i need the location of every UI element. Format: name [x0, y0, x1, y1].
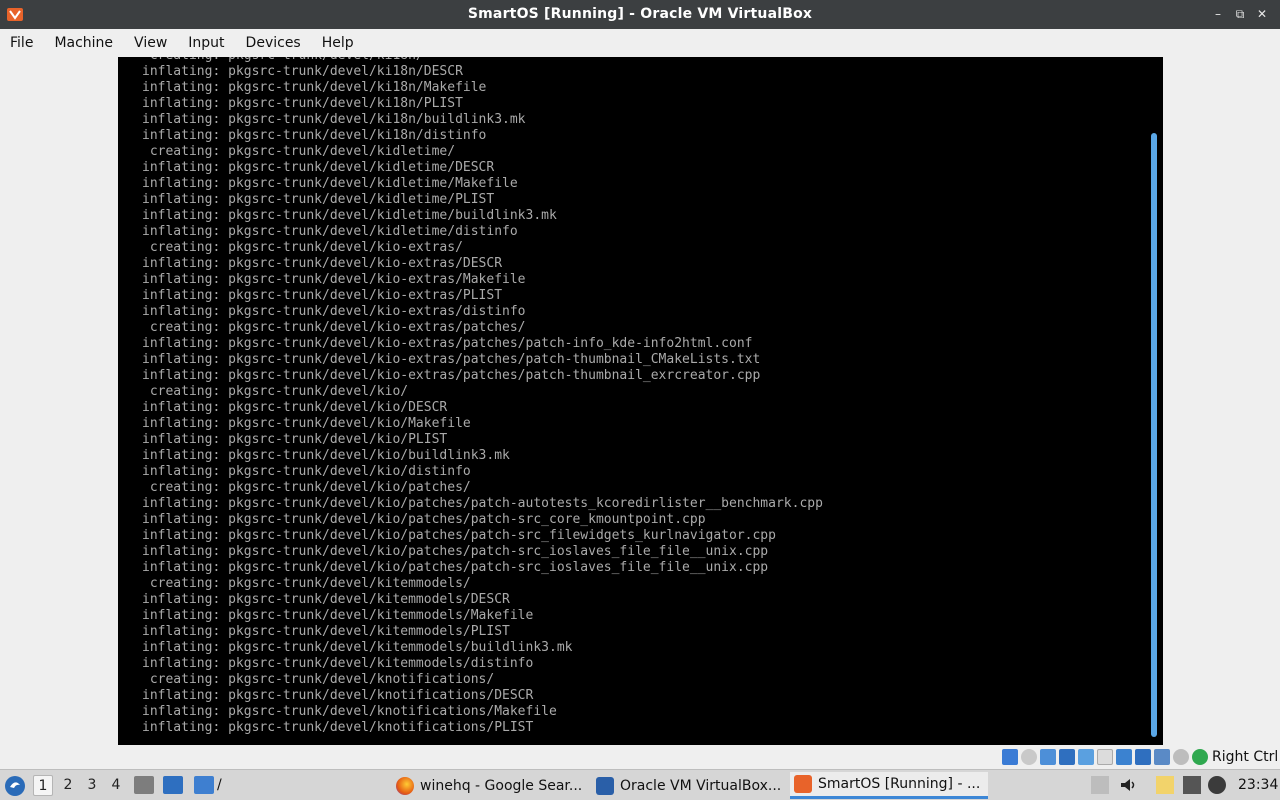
- console-line: inflating: pkgsrc-trunk/devel/kio-extras…: [142, 352, 761, 367]
- file-manager-launcher-icon[interactable]: [134, 776, 154, 794]
- terminal-output: creating: pkgsrc-trunk/devel/ki18n/infla…: [142, 57, 823, 736]
- console-line: inflating: pkgsrc-trunk/devel/kio/distin…: [142, 464, 471, 479]
- workspace-4[interactable]: 4: [106, 775, 126, 796]
- console-line: inflating: pkgsrc-trunk/devel/ki18n/Make…: [142, 80, 487, 95]
- console-line: inflating: pkgsrc-trunk/devel/kidletime/…: [142, 160, 495, 175]
- console-line: creating: pkgsrc-trunk/devel/kio/: [142, 384, 409, 399]
- minimize-icon[interactable]: –: [1210, 6, 1226, 22]
- console-line: creating: pkgsrc-trunk/devel/knotificati…: [142, 672, 495, 687]
- close-icon[interactable]: ✕: [1254, 6, 1270, 22]
- firefox-icon: [396, 776, 414, 795]
- console-line: inflating: pkgsrc-trunk/devel/kio/patche…: [142, 544, 769, 559]
- console-line: inflating: pkgsrc-trunk/devel/kidletime/…: [142, 224, 518, 239]
- menu-devices[interactable]: Devices: [240, 29, 307, 57]
- console-line: creating: pkgsrc-trunk/devel/kitemmodels…: [142, 576, 471, 591]
- vm-statusbar: Right Ctrl: [0, 745, 1280, 769]
- display-icon[interactable]: [1116, 749, 1132, 765]
- launcher-path[interactable]: /: [217, 777, 222, 793]
- vm-scrollbar[interactable]: [1151, 133, 1157, 737]
- shared-folders-icon[interactable]: [1097, 749, 1113, 765]
- window-titlebar: SmartOS [Running] - Oracle VM VirtualBox…: [0, 0, 1280, 29]
- folder-launcher-icon[interactable]: [194, 776, 214, 794]
- task-smartos-vm[interactable]: SmartOS [Running] - ...: [790, 772, 988, 799]
- window-title: SmartOS [Running] - Oracle VM VirtualBox: [467, 6, 813, 22]
- vm-display[interactable]: creating: pkgsrc-trunk/devel/ki18n/infla…: [118, 57, 1163, 745]
- console-line: inflating: pkgsrc-trunk/devel/kio-extras…: [142, 336, 753, 351]
- optical-drive-icon[interactable]: [1021, 749, 1037, 765]
- console-line: inflating: pkgsrc-trunk/devel/kitemmodel…: [142, 624, 510, 639]
- console-line: inflating: pkgsrc-trunk/devel/kidletime/…: [142, 208, 557, 223]
- menu-help[interactable]: Help: [316, 29, 360, 57]
- console-line: inflating: pkgsrc-trunk/devel/kio/patche…: [142, 512, 706, 527]
- console-line: inflating: pkgsrc-trunk/devel/kio-extras…: [142, 272, 526, 287]
- network-icon[interactable]: [1059, 749, 1075, 765]
- console-line: inflating: pkgsrc-trunk/devel/kio-extras…: [142, 256, 503, 271]
- usb-icon[interactable]: [1078, 749, 1094, 765]
- console-line: inflating: pkgsrc-trunk/devel/kitemmodel…: [142, 592, 510, 607]
- console-line: inflating: pkgsrc-trunk/devel/kio/patche…: [142, 528, 776, 543]
- clipboard-tray-icon[interactable]: [1091, 776, 1109, 794]
- keyboard-capture-icon[interactable]: [1192, 749, 1208, 765]
- console-line: creating: pkgsrc-trunk/devel/kidletime/: [142, 144, 456, 159]
- console-line: inflating: pkgsrc-trunk/devel/ki18n/dist…: [142, 128, 487, 143]
- console-line: creating: pkgsrc-trunk/devel/ki18n/: [142, 57, 823, 64]
- console-line: inflating: pkgsrc-trunk/devel/kio-extras…: [142, 368, 761, 383]
- audio-icon[interactable]: [1040, 749, 1056, 765]
- console-line: inflating: pkgsrc-trunk/devel/knotificat…: [142, 688, 534, 703]
- menu-input[interactable]: Input: [182, 29, 230, 57]
- console-line: inflating: pkgsrc-trunk/devel/ki18n/DESC…: [142, 64, 463, 79]
- console-line: inflating: pkgsrc-trunk/devel/kio/Makefi…: [142, 416, 471, 431]
- console-line: inflating: pkgsrc-trunk/devel/kitemmodel…: [142, 640, 573, 655]
- workspace-2[interactable]: 2: [58, 775, 78, 796]
- menu-view[interactable]: View: [128, 29, 173, 57]
- recording-icon[interactable]: [1135, 749, 1151, 765]
- console-line: creating: pkgsrc-trunk/devel/kio-extras/…: [142, 320, 526, 335]
- console-line: inflating: pkgsrc-trunk/devel/kitemmodel…: [142, 608, 534, 623]
- console-line: creating: pkgsrc-trunk/devel/kio-extras/: [142, 240, 463, 255]
- start-menu-icon[interactable]: [4, 775, 26, 797]
- clock: 23:34: [1238, 777, 1279, 793]
- console-line: inflating: pkgsrc-trunk/devel/kio/PLIST: [142, 432, 448, 447]
- console-line: inflating: pkgsrc-trunk/devel/ki18n/buil…: [142, 112, 526, 127]
- console-line: inflating: pkgsrc-trunk/devel/knotificat…: [142, 720, 534, 735]
- console-line: creating: pkgsrc-trunk/devel/kio/patches…: [142, 480, 471, 495]
- console-line: inflating: pkgsrc-trunk/devel/ki18n/PLIS…: [142, 96, 463, 111]
- console-line: inflating: pkgsrc-trunk/devel/kio/patche…: [142, 496, 823, 511]
- workspace-3[interactable]: 3: [82, 775, 102, 796]
- volume-icon[interactable]: [1119, 776, 1137, 794]
- console-line: inflating: pkgsrc-trunk/devel/kio/buildl…: [142, 448, 510, 463]
- console-line: inflating: pkgsrc-trunk/devel/kio/patche…: [142, 560, 769, 575]
- console-line: inflating: pkgsrc-trunk/devel/kitemmodel…: [142, 656, 534, 671]
- restore-icon[interactable]: ⧉: [1232, 6, 1248, 22]
- task-firefox[interactable]: winehq - Google Sear...: [392, 772, 587, 799]
- mouse-integration-icon[interactable]: [1173, 749, 1189, 765]
- console-line: inflating: pkgsrc-trunk/devel/kio/DESCR: [142, 400, 448, 415]
- workspace-1[interactable]: 1: [33, 775, 53, 796]
- virtualbox-vm-icon: [794, 775, 812, 793]
- console-line: inflating: pkgsrc-trunk/devel/knotificat…: [142, 704, 557, 719]
- console-line: inflating: pkgsrc-trunk/devel/kidletime/…: [142, 176, 518, 191]
- task-virtualbox-manager[interactable]: Oracle VM VirtualBox...: [592, 772, 787, 799]
- menu-bar: File Machine View Input Devices Help: [0, 29, 1280, 57]
- host-key-label: Right Ctrl: [1212, 749, 1279, 765]
- hard-disk-icon[interactable]: [1002, 749, 1018, 765]
- virtualbox-manager-icon: [596, 776, 614, 795]
- console-line: inflating: pkgsrc-trunk/devel/kio-extras…: [142, 288, 503, 303]
- network-tray-icon[interactable]: [1183, 776, 1201, 794]
- vt-x-icon[interactable]: [1154, 749, 1170, 765]
- menu-file[interactable]: File: [4, 29, 39, 57]
- notes-tray-icon[interactable]: [1156, 776, 1174, 794]
- desktop-launcher-icon[interactable]: [163, 776, 183, 794]
- taskbar: 1 2 3 4 / winehq - Google Sear... Oracle…: [0, 769, 1280, 800]
- menu-machine[interactable]: Machine: [48, 29, 119, 57]
- console-line: inflating: pkgsrc-trunk/devel/kio-extras…: [142, 304, 526, 319]
- console-line: inflating: pkgsrc-trunk/devel/kidletime/…: [142, 192, 495, 207]
- updates-tray-icon[interactable]: [1208, 776, 1226, 794]
